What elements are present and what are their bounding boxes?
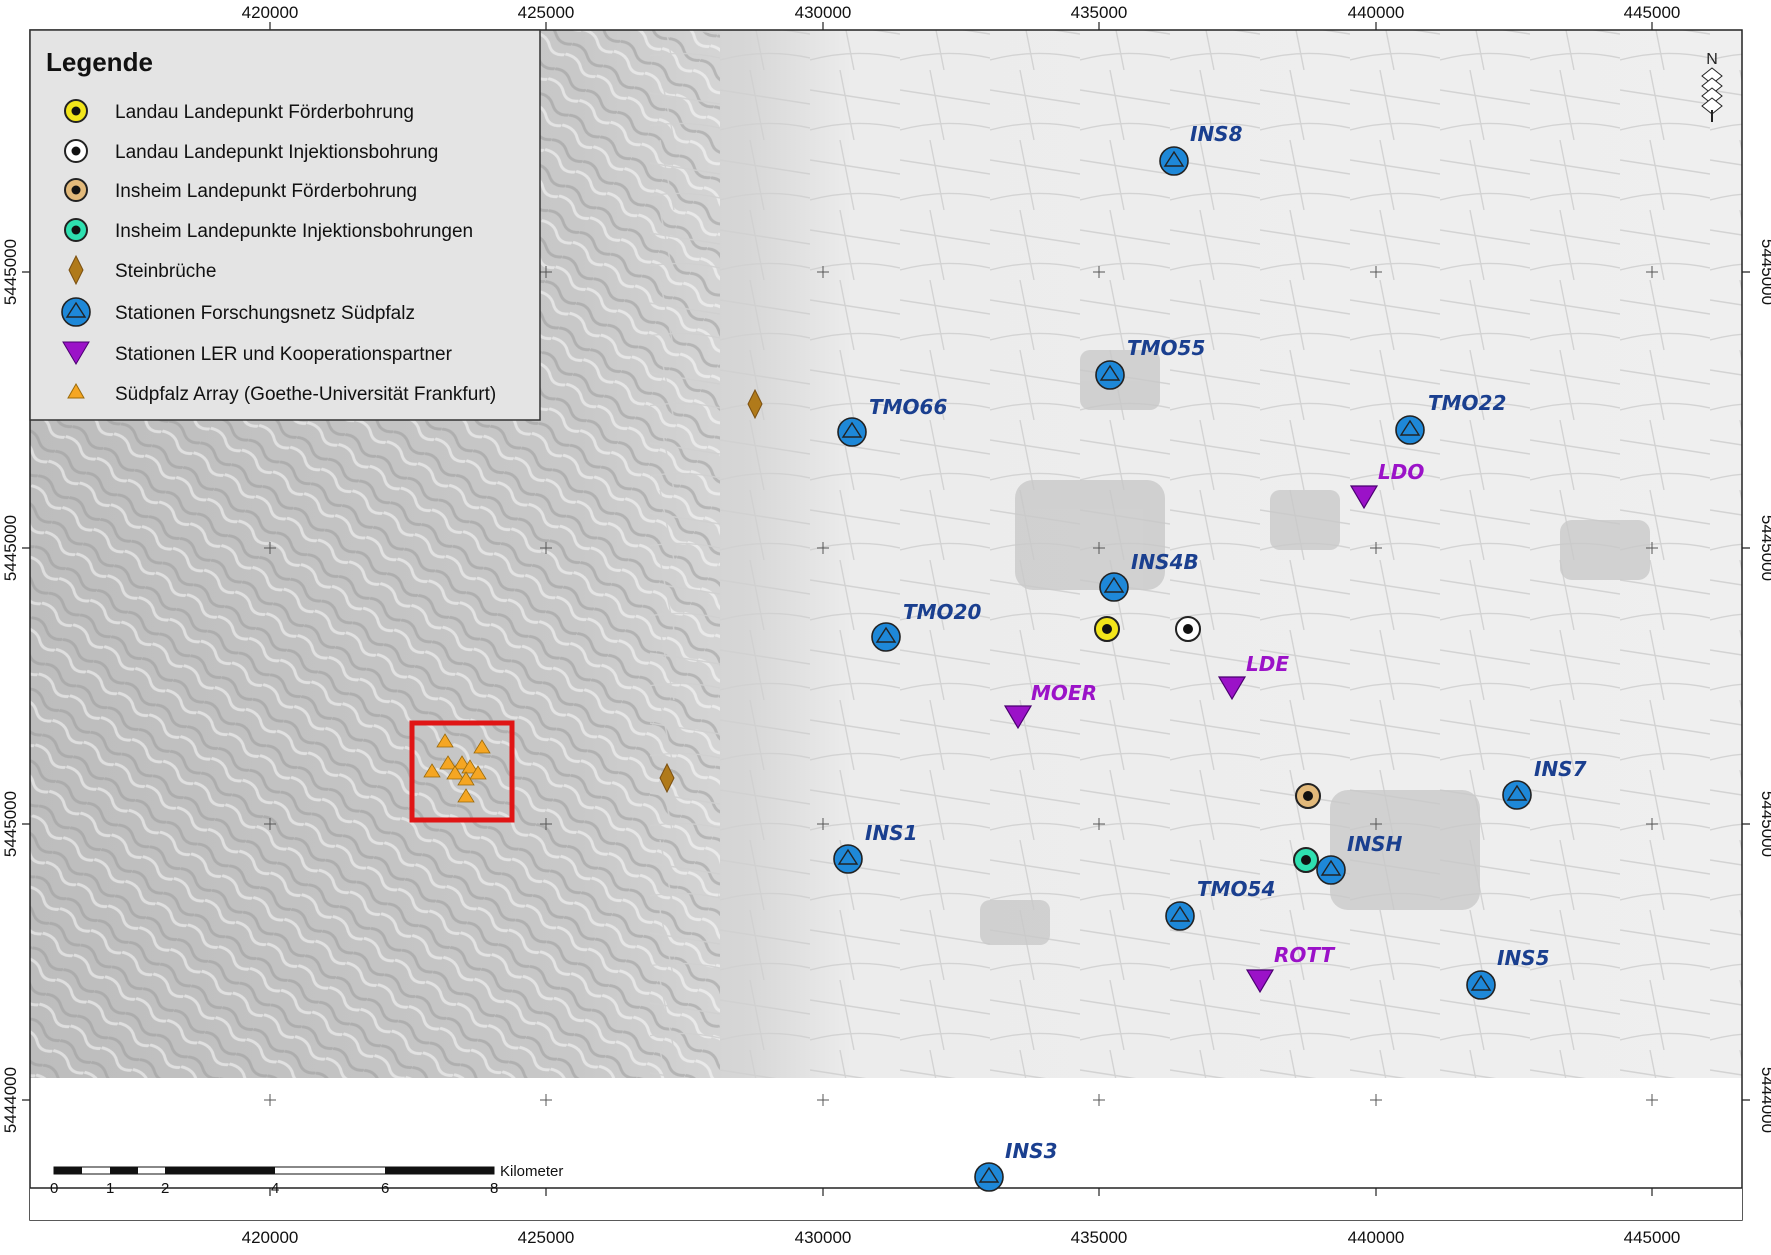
y-tick-left: 5445000 xyxy=(1,515,20,581)
bottom-margin xyxy=(30,1188,1742,1220)
x-tick-bottom: 420000 xyxy=(242,1228,299,1247)
x-tick-bottom: 445000 xyxy=(1624,1228,1681,1247)
x-tick-top: 445000 xyxy=(1624,3,1681,22)
station-tmo54[interactable] xyxy=(1165,901,1195,931)
scale-tick: 1 xyxy=(106,1180,114,1197)
legend-label: Stationen LER und Kooperationspartner xyxy=(115,344,453,365)
y-tick-right: 5445000 xyxy=(1758,515,1771,581)
station-ins5[interactable] xyxy=(1466,970,1496,1000)
scale-tick: 6 xyxy=(381,1180,389,1197)
legend-item: Südpfalz Array (Goethe-Universität Frank… xyxy=(67,382,496,405)
scale-tick: 8 xyxy=(490,1180,498,1197)
station-ins7[interactable] xyxy=(1502,780,1532,810)
legend-title: Legende xyxy=(46,47,153,77)
x-tick-top: 420000 xyxy=(242,3,299,22)
label-lde: LDE xyxy=(1246,652,1289,676)
x-tick-bottom: 435000 xyxy=(1071,1228,1128,1247)
x-tick-bottom: 430000 xyxy=(795,1228,852,1247)
svg-text:N: N xyxy=(1706,51,1718,68)
legend-label: Insheim Landepunkt Förderbohrung xyxy=(115,181,417,202)
label-tmo22: TMO22 xyxy=(1428,391,1506,415)
label-ins1: INS1 xyxy=(865,821,918,845)
label-ins8: INS8 xyxy=(1190,122,1243,146)
y-tick-right: 5445000 xyxy=(1758,239,1771,305)
legend-label: Südpfalz Array (Goethe-Universität Frank… xyxy=(115,384,496,405)
station-ins8[interactable] xyxy=(1159,146,1189,176)
legend-item: Landau Landepunkt Förderbohrung xyxy=(64,99,414,123)
legend-item: Stationen Forschungsnetz Südpfalz xyxy=(61,297,415,327)
y-tick-left: 5444000 xyxy=(1,1067,20,1133)
label-ins5: INS5 xyxy=(1497,946,1550,970)
x-labels-top: 420000 425000 430000 435000 440000 44500… xyxy=(242,3,1681,22)
y-labels-right: 5445000 5445000 5445000 5444000 xyxy=(1758,239,1771,1133)
station-tmo22[interactable] xyxy=(1395,415,1425,445)
legend-label: Landau Landepunkt Injektionsbohrung xyxy=(115,142,438,163)
label-ldo: LDO xyxy=(1378,460,1424,484)
station-tmo66[interactable] xyxy=(837,417,867,447)
label-tmo55: TMO55 xyxy=(1127,336,1205,360)
circle-white-icon[interactable] xyxy=(1175,616,1201,642)
x-tick-bottom: 425000 xyxy=(518,1228,575,1247)
scale-tick: 2 xyxy=(161,1180,169,1197)
label-tmo20: TMO20 xyxy=(903,600,981,624)
label-ins7: INS7 xyxy=(1534,757,1587,781)
circle-tan-icon[interactable] xyxy=(1295,783,1321,809)
legend-label: Insheim Landepunkte Injektionsbohrungen xyxy=(115,221,473,242)
station-insh[interactable] xyxy=(1316,855,1346,885)
label-moer: MOER xyxy=(1031,681,1097,705)
station-tmo55[interactable] xyxy=(1095,360,1125,390)
station-ins3[interactable] xyxy=(974,1162,1004,1192)
x-tick-top: 425000 xyxy=(518,3,575,22)
station-tmo20[interactable] xyxy=(871,622,901,652)
x-tick-top: 430000 xyxy=(795,3,852,22)
legend-label: Stationen Forschungsnetz Südpfalz xyxy=(115,303,415,324)
x-tick-bottom: 440000 xyxy=(1348,1228,1405,1247)
label-insh: INSH xyxy=(1347,832,1403,856)
map-frame: 420000 425000 430000 435000 440000 44500… xyxy=(1,3,1771,1247)
station-ins1[interactable] xyxy=(833,844,863,874)
x-labels-bottom: 420000 425000 430000 435000 440000 44500… xyxy=(242,1228,1681,1247)
y-tick-left: 5445000 xyxy=(1,791,20,857)
label-rott: ROTT xyxy=(1274,943,1336,967)
y-tick-right: 5445000 xyxy=(1758,791,1771,857)
x-tick-top: 435000 xyxy=(1071,3,1128,22)
y-tick-right: 5444000 xyxy=(1758,1067,1771,1133)
legend-item: Insheim Landepunkt Förderbohrung xyxy=(64,178,417,202)
legend-label: Landau Landepunkt Förderbohrung xyxy=(115,102,414,123)
legend-item: Landau Landepunkt Injektionsbohrung xyxy=(64,139,438,163)
legend-label: Steinbrüche xyxy=(115,261,216,282)
legend-item: Insheim Landepunkte Injektionsbohrungen xyxy=(64,218,473,242)
scale-unit: Kilometer xyxy=(500,1163,563,1180)
legend-item: Stationen LER und Kooperationspartner xyxy=(62,341,453,365)
label-ins3: INS3 xyxy=(1005,1139,1058,1163)
scale-tick: 0 xyxy=(50,1180,58,1197)
label-tmo54: TMO54 xyxy=(1197,877,1275,901)
legend-box: Legende Landau Landepunkt Förderbohrung … xyxy=(29,29,541,421)
circle-teal-icon[interactable] xyxy=(1293,847,1319,873)
label-ins4b: INS4B xyxy=(1131,550,1199,574)
scale-tick: 4 xyxy=(271,1180,279,1197)
label-tmo66: TMO66 xyxy=(869,395,947,419)
y-tick-left: 5445000 xyxy=(1,239,20,305)
station-ins4b[interactable] xyxy=(1099,572,1129,602)
circle-yellow-icon[interactable] xyxy=(1094,616,1120,642)
y-labels-left: 5445000 5445000 5445000 5444000 xyxy=(1,239,20,1133)
x-tick-top: 440000 xyxy=(1348,3,1405,22)
